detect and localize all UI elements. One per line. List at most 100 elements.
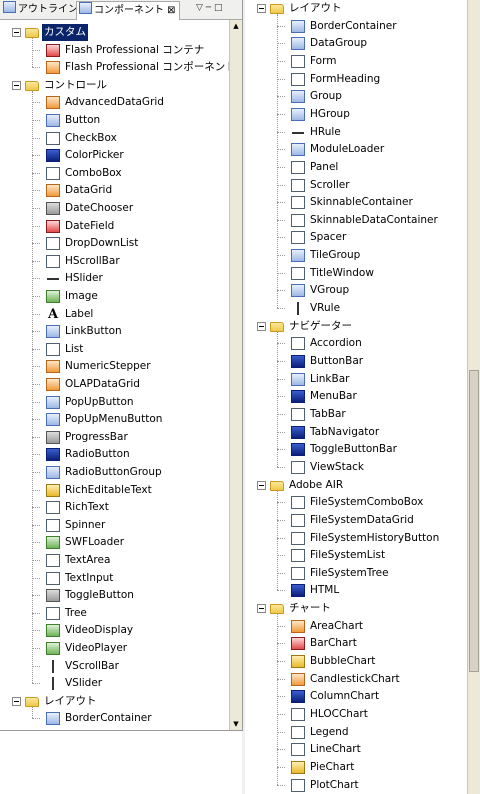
tree-item[interactable]: ButtonBar: [245, 353, 470, 370]
tree-item[interactable]: PopUpButton: [0, 394, 225, 411]
tree-item[interactable]: FileSystemComboBox: [245, 494, 470, 511]
tree-item[interactable]: Scroller: [245, 177, 470, 194]
tree-item[interactable]: RadioButton: [0, 446, 225, 463]
tree-item[interactable]: CheckBox: [0, 130, 225, 147]
tree-item[interactable]: HSlider: [0, 270, 225, 287]
tree-item[interactable]: BarChart: [245, 635, 470, 652]
tree-category[interactable]: チャート: [245, 600, 470, 617]
tree-item[interactable]: PopUpMenuButton: [0, 411, 225, 428]
tree-item[interactable]: TitleWindow: [245, 265, 470, 282]
tree-item[interactable]: HTML: [245, 582, 470, 599]
tree-item[interactable]: Group: [245, 88, 470, 105]
vertical-scrollbar-right[interactable]: [467, 0, 480, 794]
scroll-up-arrow-icon[interactable]: ▲: [230, 20, 242, 32]
tree-item[interactable]: DateField: [0, 218, 225, 235]
tree-item[interactable]: Accordion: [245, 335, 470, 352]
tree-item[interactable]: DataGrid: [0, 182, 225, 199]
collapse-toggle-icon[interactable]: [257, 480, 266, 490]
tree-item[interactable]: HScrollBar: [0, 253, 225, 270]
tree-item[interactable]: BorderContainer: [0, 710, 225, 727]
tree-item[interactable]: List: [0, 341, 225, 358]
tree-item[interactable]: LinkBar: [245, 371, 470, 388]
tree-item[interactable]: Tree: [0, 605, 225, 622]
tree-item[interactable]: DataGroup: [245, 35, 470, 52]
tree-item[interactable]: Image: [0, 288, 225, 305]
tree-item[interactable]: AdvancedDataGrid: [0, 94, 225, 111]
tree-item[interactable]: VideoDisplay: [0, 622, 225, 639]
tree-item[interactable]: SWFLoader: [0, 534, 225, 551]
collapse-toggle-icon[interactable]: [12, 696, 21, 706]
tree-item[interactable]: SkinnableContainer: [245, 194, 470, 211]
tree-item[interactable]: VRule: [245, 300, 470, 317]
tree-item[interactable]: A Label: [0, 306, 225, 323]
tree-item[interactable]: ModuleLoader: [245, 141, 470, 158]
vertical-scrollbar-left[interactable]: ▲ ▼: [229, 20, 242, 730]
tree-item[interactable]: VGroup: [245, 282, 470, 299]
collapse-toggle-icon[interactable]: [12, 28, 21, 37]
tree-category[interactable]: Adobe AIR: [245, 477, 470, 494]
tree-item[interactable]: ViewStack: [245, 459, 470, 476]
tree-item[interactable]: RadioButtonGroup: [0, 464, 225, 481]
tree-category[interactable]: コントロール: [0, 77, 225, 94]
tree-category[interactable]: ナビゲーター: [245, 318, 470, 335]
tree-category[interactable]: レイアウト: [245, 0, 470, 17]
tree-item[interactable]: TextInput: [0, 570, 225, 587]
tree-item[interactable]: Spinner: [0, 517, 225, 534]
tree-item[interactable]: TabNavigator: [245, 424, 470, 441]
tab-outline[interactable]: アウトライン: [1, 1, 81, 18]
tree-item[interactable]: ColumnChart: [245, 688, 470, 705]
scroll-thumb[interactable]: [469, 370, 479, 672]
collapse-toggle-icon[interactable]: [257, 321, 266, 331]
tree-item[interactable]: Flash Professional コンポーネント: [0, 59, 236, 76]
tree-item[interactable]: PieChart: [245, 759, 470, 776]
tree-item[interactable]: PlotChart: [245, 777, 470, 794]
tree-item[interactable]: ToggleButtonBar: [245, 441, 470, 458]
tree-item[interactable]: ProgressBar: [0, 429, 225, 446]
tree-item[interactable]: SkinnableDataContainer: [245, 212, 470, 229]
tree-item[interactable]: LinkButton: [0, 323, 225, 340]
tree-category[interactable]: カスタム: [0, 24, 225, 41]
tree-item[interactable]: TabBar: [245, 406, 470, 423]
tree-item[interactable]: DropDownList: [0, 235, 225, 252]
tree-item[interactable]: Form: [245, 53, 470, 70]
tree-item[interactable]: Spacer: [245, 229, 470, 246]
tree-category[interactable]: レイアウト: [0, 693, 225, 710]
tree-item[interactable]: RichText: [0, 499, 225, 516]
tree-item[interactable]: TextArea: [0, 552, 225, 569]
tree-item[interactable]: Button: [0, 112, 225, 129]
tree-item[interactable]: Panel: [245, 159, 470, 176]
tree-item[interactable]: OLAPDataGrid: [0, 376, 225, 393]
tree-item[interactable]: FileSystemDataGrid: [245, 512, 470, 529]
tree-item[interactable]: FileSystemHistoryButton: [245, 530, 470, 547]
tree-item[interactable]: ToggleButton: [0, 587, 225, 604]
tree-item[interactable]: BorderContainer: [245, 18, 470, 35]
tree-item[interactable]: MenuBar: [245, 388, 470, 405]
tree-item[interactable]: HGroup: [245, 106, 470, 123]
tree-item[interactable]: VScrollBar: [0, 658, 225, 675]
tree-item[interactable]: HRule: [245, 124, 470, 141]
tree-item[interactable]: CandlestickChart: [245, 671, 470, 688]
tree-item[interactable]: ColorPicker: [0, 147, 225, 164]
collapse-toggle-icon[interactable]: [12, 80, 21, 90]
tree-item[interactable]: BubbleChart: [245, 653, 470, 670]
tree-item[interactable]: FileSystemList: [245, 547, 470, 564]
tree-item[interactable]: Flash Professional コンテナ: [0, 42, 225, 59]
tree-item[interactable]: HLOCChart: [245, 706, 470, 723]
tab-components[interactable]: コンポーネント ⊠: [76, 1, 180, 20]
tree-item[interactable]: DateChooser: [0, 200, 225, 217]
tree-item[interactable]: FileSystemTree: [245, 565, 470, 582]
tree-item[interactable]: RichEditableText: [0, 482, 225, 499]
scroll-down-arrow-icon[interactable]: ▼: [230, 718, 242, 730]
tree-item[interactable]: VideoPlayer: [0, 640, 225, 657]
collapse-toggle-icon[interactable]: [257, 604, 266, 614]
tree-item[interactable]: VSlider: [0, 675, 225, 692]
tree-item[interactable]: ComboBox: [0, 165, 225, 182]
view-menu-controls[interactable]: ▽ ─ □: [196, 3, 223, 13]
tree-item[interactable]: LineChart: [245, 741, 470, 758]
tree-item[interactable]: Legend: [245, 724, 470, 741]
tree-item[interactable]: FormHeading: [245, 71, 470, 88]
tree-item[interactable]: AreaChart: [245, 618, 470, 635]
tree-item[interactable]: TileGroup: [245, 247, 470, 264]
tree-item[interactable]: NumericStepper: [0, 358, 225, 375]
collapse-toggle-icon[interactable]: [257, 4, 266, 13]
